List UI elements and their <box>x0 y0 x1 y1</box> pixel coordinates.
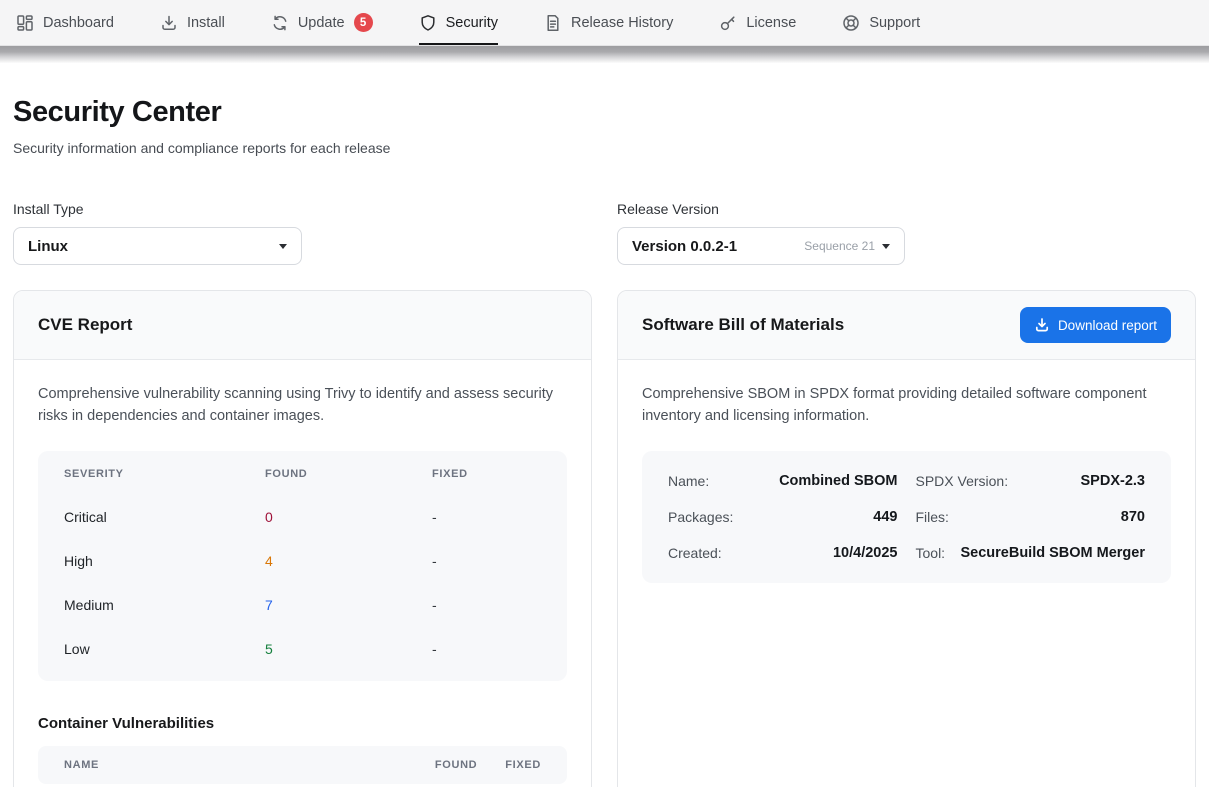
nav-item-dashboard[interactable]: Dashboard <box>16 0 114 45</box>
sbom-name-value: Combined SBOM <box>779 473 897 489</box>
release-history-icon <box>544 14 562 32</box>
sbom-files-label: Files: <box>916 509 949 525</box>
nav-label: Security <box>446 15 498 31</box>
page-subtitle: Security information and compliance repo… <box>13 140 1196 156</box>
release-version-value: Version 0.0.2-1 <box>632 238 737 255</box>
col-severity: SEVERITY <box>64 468 265 480</box>
sbom-name-label: Name: <box>668 473 709 489</box>
sbom-packages-value: 449 <box>873 509 897 525</box>
fixed-count: - <box>432 641 541 657</box>
dashboard-icon <box>16 14 34 32</box>
sbom-info-row: Name: Combined SBOM SPDX Version: SPDX-2… <box>668 463 1145 499</box>
severity-name: Low <box>64 641 265 657</box>
release-sequence-label: Sequence 21 <box>804 239 875 253</box>
sbom-spdx-version-label: SPDX Version: <box>916 473 1009 489</box>
update-icon <box>271 14 289 32</box>
fixed-count: - <box>432 509 541 525</box>
nav-scroll-shadow <box>0 46 1209 63</box>
install-type-label: Install Type <box>13 201 592 217</box>
found-count: 4 <box>265 553 432 569</box>
sbom-tool-value: SecureBuild SBOM Merger <box>960 545 1145 561</box>
nav-item-security[interactable]: Security <box>419 0 498 45</box>
sbom-card-header: Software Bill of Materials Download repo… <box>618 291 1195 360</box>
sbom-card: Software Bill of Materials Download repo… <box>617 290 1196 787</box>
col-name: NAME <box>64 759 435 771</box>
release-version-filter: Release Version Version 0.0.2-1 Sequence… <box>617 201 1196 265</box>
page-title: Security Center <box>13 96 1196 129</box>
chevron-down-icon <box>279 244 287 249</box>
fixed-count: - <box>432 553 541 569</box>
fixed-count: - <box>432 597 541 613</box>
nav-label: Release History <box>571 15 673 31</box>
chevron-down-icon <box>882 244 890 249</box>
install-icon <box>160 14 178 32</box>
support-icon <box>842 14 860 32</box>
container-vulnerabilities-title: Container Vulnerabilities <box>38 715 567 732</box>
container-table-header: NAME FOUND FIXED <box>38 746 567 784</box>
sbom-info-grid: Name: Combined SBOM SPDX Version: SPDX-2… <box>642 451 1171 583</box>
release-version-select[interactable]: Version 0.0.2-1 Sequence 21 <box>617 227 905 265</box>
sbom-files-value: 870 <box>1121 509 1145 525</box>
sbom-created-label: Created: <box>668 545 722 561</box>
security-icon <box>419 14 437 32</box>
download-icon <box>1034 317 1050 333</box>
download-report-label: Download report <box>1058 318 1157 333</box>
found-count: 7 <box>265 597 432 613</box>
nav-item-release-history[interactable]: Release History <box>544 0 673 45</box>
nav-item-support[interactable]: Support <box>842 0 920 45</box>
update-count-badge: 5 <box>354 13 373 32</box>
top-navigation: Dashboard Install Update 5 Security Rele… <box>0 0 1209 46</box>
sbom-info-row: Created: 10/4/2025 Tool: SecureBuild SBO… <box>668 535 1145 571</box>
sbom-card-body: Comprehensive SBOM in SPDX format provid… <box>618 360 1195 607</box>
cve-report-card: CVE Report Comprehensive vulnerability s… <box>13 290 592 787</box>
install-type-select[interactable]: Linux <box>13 227 302 265</box>
col-found: FOUND <box>435 759 477 771</box>
col-fixed: FIXED <box>432 468 541 480</box>
col-found: FOUND <box>265 468 432 480</box>
severity-table-header: SEVERITY FOUND FIXED <box>38 453 567 495</box>
cards-row: CVE Report Comprehensive vulnerability s… <box>13 290 1196 787</box>
nav-item-update[interactable]: Update 5 <box>271 0 373 45</box>
install-type-value: Linux <box>28 238 68 255</box>
table-row-low: Low 5 - <box>38 627 567 671</box>
table-row-critical: Critical 0 - <box>38 495 567 539</box>
filters-row: Install Type Linux Release Version Versi… <box>13 201 1196 265</box>
cve-card-header: CVE Report <box>14 291 591 360</box>
severity-name: High <box>64 553 265 569</box>
main-content: Security Center Security information and… <box>0 96 1209 787</box>
severity-name: Critical <box>64 509 265 525</box>
nav-label: License <box>746 15 796 31</box>
sbom-packages-label: Packages: <box>668 509 733 525</box>
nav-label: Support <box>869 15 920 31</box>
sbom-created-value: 10/4/2025 <box>833 545 898 561</box>
cve-description: Comprehensive vulnerability scanning usi… <box>38 384 567 427</box>
nav-label: Install <box>187 15 225 31</box>
nav-label: Dashboard <box>43 15 114 31</box>
cve-card-body: Comprehensive vulnerability scanning usi… <box>14 360 591 787</box>
license-icon <box>719 14 737 32</box>
severity-table: SEVERITY FOUND FIXED Critical 0 - High 4… <box>38 451 567 681</box>
nav-item-license[interactable]: License <box>719 0 796 45</box>
sbom-description: Comprehensive SBOM in SPDX format provid… <box>642 384 1171 427</box>
col-fixed: FIXED <box>505 759 541 771</box>
sbom-info-row: Packages: 449 Files: 870 <box>668 499 1145 535</box>
release-version-label: Release Version <box>617 201 1196 217</box>
found-count: 0 <box>265 509 432 525</box>
sbom-spdx-version-value: SPDX-2.3 <box>1081 473 1145 489</box>
found-count: 5 <box>265 641 432 657</box>
nav-label: Update <box>298 15 345 31</box>
nav-item-install[interactable]: Install <box>160 0 225 45</box>
download-report-button[interactable]: Download report <box>1020 307 1171 343</box>
cve-card-title: CVE Report <box>38 315 132 335</box>
sbom-tool-label: Tool: <box>916 545 946 561</box>
sbom-card-title: Software Bill of Materials <box>642 315 844 335</box>
severity-name: Medium <box>64 597 265 613</box>
table-row-medium: Medium 7 - <box>38 583 567 627</box>
install-type-filter: Install Type Linux <box>13 201 592 265</box>
table-row-high: High 4 - <box>38 539 567 583</box>
